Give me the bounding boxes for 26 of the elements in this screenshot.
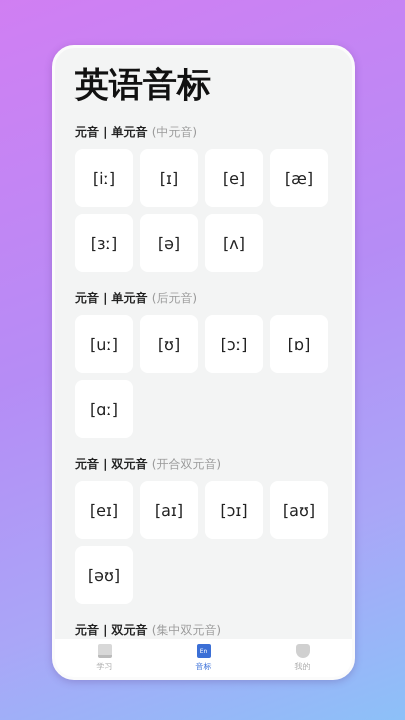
page-title: 英语音标 — [75, 64, 212, 107]
phonetic-tile[interactable]: [aʊ] — [270, 481, 328, 539]
phonetic-tile[interactable]: [uː] — [75, 315, 133, 373]
phonetic-tile[interactable]: [əʊ] — [75, 546, 133, 604]
section-note: (集中双元音) — [152, 622, 222, 638]
phonetic-tile[interactable]: [ə] — [140, 214, 198, 272]
section-heading: 元音 | 双元音 — [75, 622, 148, 638]
phonetic-tile[interactable]: [ɜː] — [75, 214, 133, 272]
phonetic-tile[interactable]: [ɒ] — [270, 315, 328, 373]
phonetic-tile[interactable]: [ʌ] — [205, 214, 263, 272]
section-heading: 元音 | 单元音 — [75, 124, 148, 140]
phonetic-tile[interactable]: [ɔː] — [205, 315, 263, 373]
phonetic-tile[interactable]: [ʊ] — [140, 315, 198, 373]
section-heading: 元音 | 单元音 — [75, 290, 148, 306]
phonetic-tile[interactable]: [eɪ] — [75, 481, 133, 539]
phonetic-tile[interactable]: [aɪ] — [140, 481, 198, 539]
phonetic-tile[interactable]: [iː] — [75, 149, 133, 207]
section-note: (后元音) — [152, 290, 198, 306]
section-note: (中元音) — [152, 124, 198, 140]
phonetic-tile[interactable]: [ɔɪ] — [205, 481, 263, 539]
phonetic-tile[interactable]: [æ] — [270, 149, 328, 207]
section-note: (开合双元音) — [152, 456, 222, 472]
phonetic-tile[interactable]: [e] — [205, 149, 263, 207]
phonetic-tile[interactable]: [ɑː] — [75, 380, 133, 438]
section-heading: 元音 | 双元音 — [75, 456, 148, 472]
phonetic-tile[interactable]: [ɪ] — [140, 149, 198, 207]
